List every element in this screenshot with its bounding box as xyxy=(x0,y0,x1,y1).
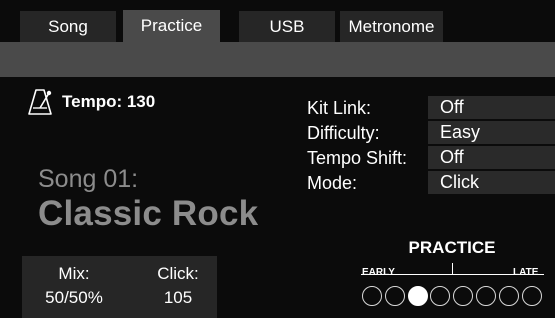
timing-center-tick xyxy=(452,263,453,275)
tab-usb[interactable]: USB xyxy=(239,11,335,42)
early-label: EARLY xyxy=(362,267,395,278)
song-name: Classic Rock xyxy=(38,194,259,233)
difficulty-label: Difficulty: xyxy=(307,123,380,143)
difficulty-value[interactable]: Easy xyxy=(428,121,555,144)
timing-dot xyxy=(521,286,542,306)
late-label: LATE xyxy=(513,267,539,278)
click-value[interactable]: 105 xyxy=(156,288,200,308)
tempo-label: Tempo: 130 xyxy=(62,92,156,111)
tempo-shift-label: Tempo Shift: xyxy=(307,148,408,168)
timing-dot xyxy=(498,286,519,306)
timing-dot xyxy=(430,286,451,306)
practice-screen: Song Practice USB Metronome Tempo: 130 S… xyxy=(0,0,555,318)
timing-dot xyxy=(362,286,382,306)
timing-dot-active xyxy=(407,286,428,306)
timing-dot xyxy=(476,286,496,306)
kit-link-label: Kit Link: xyxy=(307,98,372,118)
metronome-icon xyxy=(28,88,54,116)
tab-bar: Song Practice USB Metronome xyxy=(0,0,555,42)
practice-meter-title: PRACTICE xyxy=(408,238,496,257)
tab-content-band xyxy=(0,42,555,77)
mode-label: Mode: xyxy=(307,173,358,193)
tab-song[interactable]: Song xyxy=(20,11,116,42)
mix-click-panel: Mix: 50/50% Click: 105 xyxy=(22,256,217,318)
tempo-display: Tempo: 130 xyxy=(28,88,155,116)
mode-value[interactable]: Click xyxy=(428,171,555,194)
tab-practice[interactable]: Practice xyxy=(123,10,220,42)
mix-label: Mix: xyxy=(58,264,90,283)
timing-dot xyxy=(384,286,405,306)
mix-value[interactable]: 50/50% xyxy=(36,288,112,308)
kit-link-value[interactable]: Off xyxy=(428,96,555,119)
tab-metronome[interactable]: Metronome xyxy=(340,11,443,42)
timing-dot xyxy=(453,286,474,306)
tempo-shift-value[interactable]: Off xyxy=(428,146,555,169)
click-label: Click: xyxy=(157,264,199,283)
song-number: Song 01: xyxy=(38,165,139,193)
